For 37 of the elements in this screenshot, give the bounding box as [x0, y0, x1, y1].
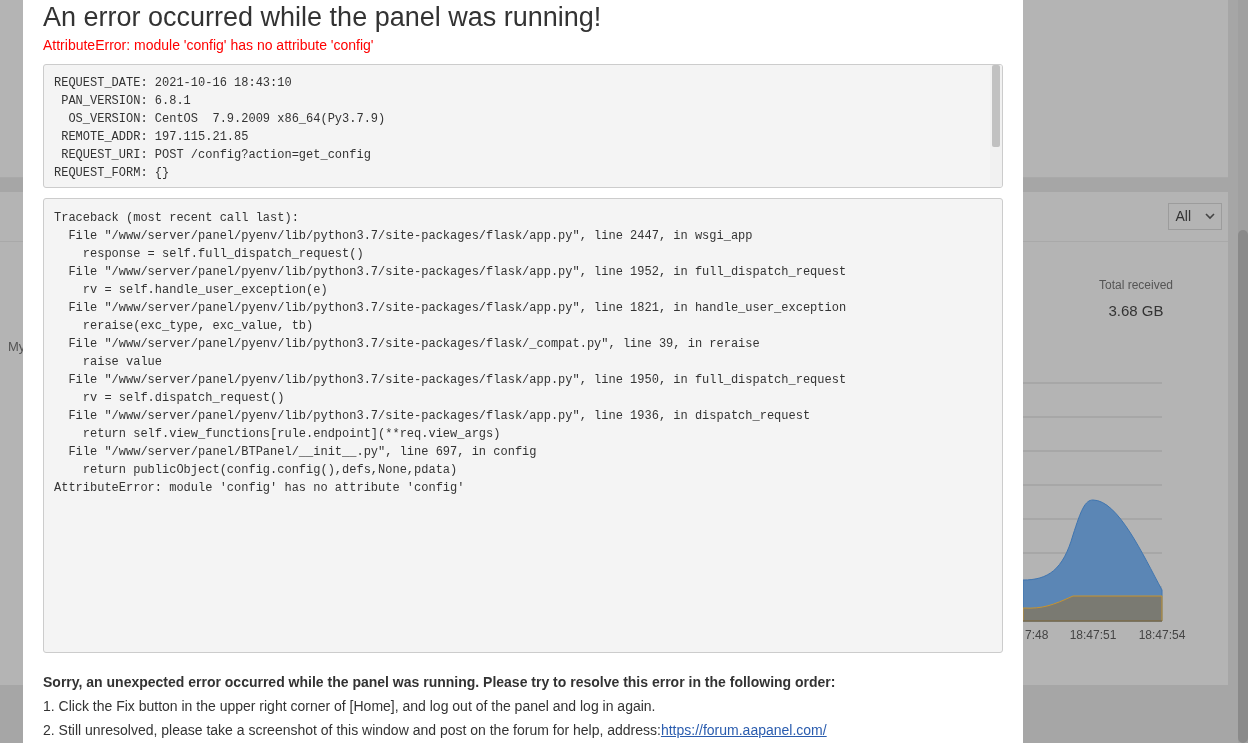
code-line: return self.view_functions[rule.endpoint](**req.view_args) — [81, 426, 502, 443]
code-line: REQUEST_FORM: {} — [54, 165, 171, 182]
code-line: File "/www/server/panel/pyenv/lib/python3.7/site-packages/flask/app.py", line 1821, in handle_user_exception — [67, 300, 848, 317]
code-line: OS_VERSION: CentOS 7.9.2009 x86_64(Py3.7.9) — [67, 111, 387, 128]
code-line: File "/www/server/panel/pyenv/lib/python3.7/site-packages/flask/app.py", line 2447, in wsgi_app — [67, 228, 754, 245]
chevron-down-icon — [1205, 213, 1215, 220]
code-line: Traceback (most recent call last): — [54, 210, 300, 227]
filter-select[interactable]: All — [1168, 203, 1222, 230]
stat-label: Total received — [1097, 277, 1174, 294]
help-step: 2. Still unresolved, please take a screenshot of this window and post on the forum for help, address:https://forum.aapanel.com/ — [43, 718, 1003, 742]
code-line: return publicObject(config.config(),defs,None,pdata) — [81, 462, 459, 479]
axis-label: 18:47:54 — [1138, 627, 1186, 642]
help-heading: Sorry, an unexpected error occurred while the panel was running. Please try to resolve this error in the following order: — [43, 673, 837, 692]
code-line: File "/www/server/panel/pyenv/lib/python3.7/site-packages/flask/app.py", line 1936, in dispatch_request — [67, 408, 812, 425]
code-line: AttributeError: module 'config' has no attribute 'config' — [54, 480, 466, 497]
code-line: REQUEST_DATE: 2021-10-16 18:43:10 — [54, 75, 293, 92]
code-line: rv = self.handle_user_exception(e) — [81, 282, 329, 299]
stat-value: 3.68 GB — [1107, 301, 1165, 321]
code-line: reraise(exc_type, exc_value, tb) — [81, 318, 315, 335]
code-line: REMOTE_ADDR: 197.115.21.85 — [60, 129, 250, 146]
axis-label: 18:47:51 — [1069, 627, 1117, 642]
axis-label: 7:48 — [1025, 627, 1049, 642]
code-line: File "/www/server/panel/BTPanel/__init__.py", line 697, in config — [67, 444, 538, 461]
code-line: File "/www/server/panel/pyenv/lib/python3.7/site-packages/flask/_compat.py", line 39, in reraise — [67, 336, 761, 353]
code-line: REQUEST_URI: POST /config?action=get_config — [60, 147, 372, 164]
scrollbar[interactable] — [1238, 0, 1248, 743]
code-line: response = self.full_dispatch_request() — [81, 246, 365, 263]
code-line: raise value — [81, 354, 164, 371]
code-line: rv = self.dispatch_request() — [81, 390, 286, 407]
scrollbar[interactable] — [990, 65, 1002, 187]
code-line: File "/www/server/panel/pyenv/lib/python3.7/site-packages/flask/app.py", line 1952, in full_dispatch_request — [67, 264, 848, 281]
dialog-title: An error occurred while the panel was running! — [43, 1, 603, 34]
code-line: File "/www/server/panel/pyenv/lib/python3.7/site-packages/flask/app.py", line 1950, in full_dispatch_request — [67, 372, 848, 389]
help-step: 1. Click the Fix button in the upper right corner of [Home], and log out of the panel and log in again. — [43, 694, 1003, 718]
code-line: PAN_VERSION: 6.8.1 — [60, 93, 192, 110]
forum-link[interactable]: https://forum.aapanel.com/ — [660, 722, 827, 738]
error-message: AttributeError: module 'config' has no attribute 'config' — [43, 36, 375, 55]
